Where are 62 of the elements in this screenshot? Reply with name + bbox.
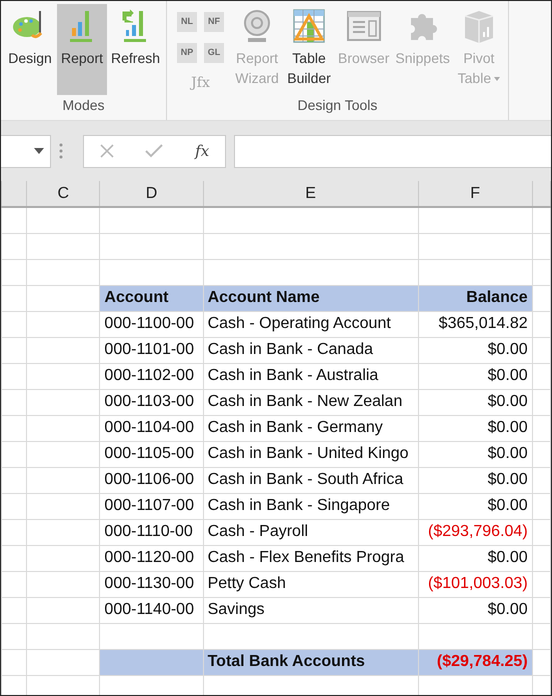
balance-cell: ($293,796.04) bbox=[418, 519, 532, 545]
account-name-cell: Cash in Bank - New Zealan bbox=[203, 389, 418, 415]
balance-cell: $0.00 bbox=[418, 441, 532, 467]
column-header[interactable]: F bbox=[418, 181, 532, 207]
account-name-cell: Savings bbox=[203, 597, 418, 623]
account-cell: 000-1105-00 bbox=[100, 441, 204, 467]
account-name-cell: Total Bank Accounts bbox=[203, 649, 418, 675]
ribbon-button[interactable]: Report bbox=[57, 4, 107, 95]
account-name-cell: Cash in Bank - Germany bbox=[203, 415, 418, 441]
balance-cell: $0.00 bbox=[418, 467, 532, 493]
formula-input[interactable] bbox=[234, 134, 551, 168]
grid-triangle-icon bbox=[291, 8, 328, 44]
grip-icon bbox=[59, 143, 63, 159]
insert-function-button[interactable]: fx bbox=[195, 140, 210, 162]
account-cell: 000-1107-00 bbox=[100, 493, 204, 519]
account-name-cell: Cash - Payroll bbox=[203, 519, 418, 545]
balance-cell: $0.00 bbox=[418, 363, 532, 389]
balance-cell: $0.00 bbox=[418, 493, 532, 519]
account-name-cell: Petty Cash bbox=[203, 571, 418, 597]
column-header[interactable]: E bbox=[203, 181, 418, 207]
account-name-cell: Cash in Bank - South Africa bbox=[203, 467, 418, 493]
balance-cell: $0.00 bbox=[418, 597, 532, 623]
column-heading: Account Name bbox=[203, 285, 418, 311]
name-box[interactable] bbox=[1, 134, 51, 168]
checkmark-icon[interactable] bbox=[145, 144, 164, 158]
ribbon-button[interactable]: Refresh bbox=[109, 4, 162, 95]
balance-cell: ($101,003.03) bbox=[418, 571, 532, 597]
account-cell: 000-1110-00 bbox=[100, 519, 204, 545]
account-cell: 000-1120-00 bbox=[100, 545, 204, 571]
account-name-cell: Cash in Bank - Singapore bbox=[203, 493, 418, 519]
account-cell: 000-1100-00 bbox=[100, 311, 204, 337]
account-name-cell: Cash - Flex Benefits Progra bbox=[203, 545, 418, 571]
balance-cell: $0.00 bbox=[418, 389, 532, 415]
column-header[interactable] bbox=[2, 181, 27, 207]
account-name-cell: Cash in Bank - Australia bbox=[203, 363, 418, 389]
balance-cell: $0.00 bbox=[418, 545, 532, 571]
group-label: Modes bbox=[62, 96, 106, 115]
balance-cell: $365,014.82 bbox=[418, 311, 532, 337]
group-label: Design Tools bbox=[296, 96, 378, 115]
account-name-cell: Cash in Bank - Canada bbox=[203, 337, 418, 363]
cancel-icon[interactable] bbox=[100, 144, 114, 158]
column-heading: Balance bbox=[418, 285, 532, 311]
column-header[interactable]: D bbox=[100, 181, 204, 207]
column-heading: Account bbox=[100, 285, 204, 311]
account-cell: 000-1102-00 bbox=[100, 363, 204, 389]
dropdown-caret-icon bbox=[34, 148, 44, 154]
account-cell: 000-1103-00 bbox=[100, 389, 204, 415]
ribbon-button[interactable]: Table Builder bbox=[284, 4, 334, 95]
balance-cell: $0.00 bbox=[418, 415, 532, 441]
account-name-cell: Cash in Bank - United Kingo bbox=[203, 441, 418, 467]
balance-cell: ($29,784.25) bbox=[418, 649, 532, 675]
tool-caption: Jfx bbox=[189, 74, 211, 94]
window-icon bbox=[346, 8, 382, 44]
account-cell: 000-1101-00 bbox=[100, 337, 204, 363]
column-header[interactable]: C bbox=[26, 181, 100, 207]
account-cell: 000-1104-00 bbox=[100, 415, 204, 441]
ribbon-button[interactable]: Design bbox=[5, 4, 55, 95]
account-cell: 000-1106-00 bbox=[100, 467, 204, 493]
account-cell: 000-1130-00 bbox=[100, 571, 204, 597]
balance-cell: $0.00 bbox=[418, 337, 532, 363]
account-name-cell: Cash - Operating Account bbox=[203, 311, 418, 337]
account-cell: 000-1140-00 bbox=[100, 597, 204, 623]
